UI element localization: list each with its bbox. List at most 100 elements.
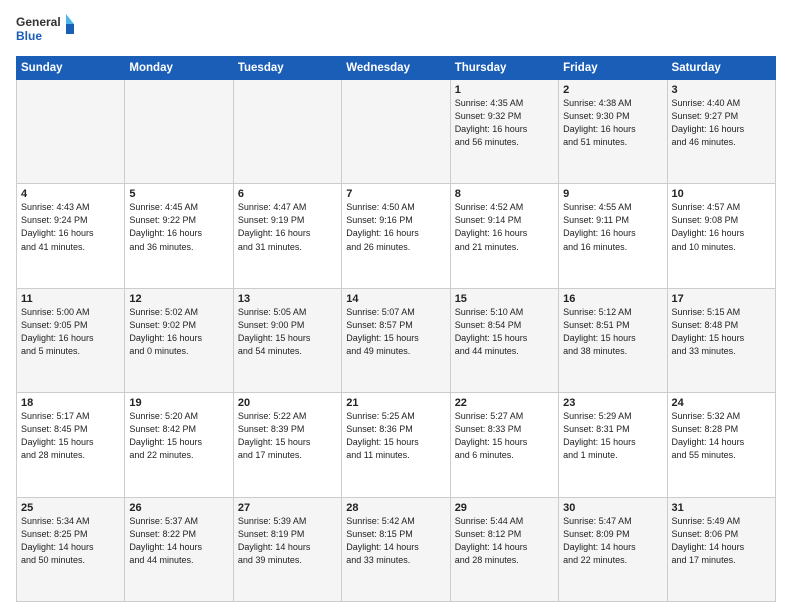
calendar-cell (125, 80, 233, 184)
calendar-cell: 31Sunrise: 5:49 AM Sunset: 8:06 PM Dayli… (667, 497, 775, 601)
day-info: Sunrise: 5:12 AM Sunset: 8:51 PM Dayligh… (563, 306, 662, 358)
calendar-cell (17, 80, 125, 184)
day-number: 19 (129, 397, 228, 409)
calendar-cell (233, 80, 341, 184)
calendar-cell: 6Sunrise: 4:47 AM Sunset: 9:19 PM Daylig… (233, 184, 341, 288)
logo-svg: General Blue (16, 12, 76, 48)
day-number: 21 (346, 397, 445, 409)
day-number: 24 (672, 397, 771, 409)
day-number: 17 (672, 293, 771, 305)
header: General Blue (16, 12, 776, 48)
calendar-cell: 9Sunrise: 4:55 AM Sunset: 9:11 PM Daylig… (559, 184, 667, 288)
day-info: Sunrise: 4:55 AM Sunset: 9:11 PM Dayligh… (563, 201, 662, 253)
day-info: Sunrise: 5:10 AM Sunset: 8:54 PM Dayligh… (455, 306, 554, 358)
calendar-cell: 25Sunrise: 5:34 AM Sunset: 8:25 PM Dayli… (17, 497, 125, 601)
day-info: Sunrise: 5:34 AM Sunset: 8:25 PM Dayligh… (21, 515, 120, 567)
day-number: 8 (455, 188, 554, 200)
day-info: Sunrise: 5:37 AM Sunset: 8:22 PM Dayligh… (129, 515, 228, 567)
calendar-cell: 24Sunrise: 5:32 AM Sunset: 8:28 PM Dayli… (667, 393, 775, 497)
day-info: Sunrise: 5:42 AM Sunset: 8:15 PM Dayligh… (346, 515, 445, 567)
calendar-week-row: 25Sunrise: 5:34 AM Sunset: 8:25 PM Dayli… (17, 497, 776, 601)
day-number: 14 (346, 293, 445, 305)
calendar-cell: 17Sunrise: 5:15 AM Sunset: 8:48 PM Dayli… (667, 288, 775, 392)
day-number: 20 (238, 397, 337, 409)
day-number: 2 (563, 84, 662, 96)
day-number: 15 (455, 293, 554, 305)
weekday-header-friday: Friday (559, 57, 667, 80)
day-info: Sunrise: 5:02 AM Sunset: 9:02 PM Dayligh… (129, 306, 228, 358)
calendar-cell: 16Sunrise: 5:12 AM Sunset: 8:51 PM Dayli… (559, 288, 667, 392)
day-info: Sunrise: 5:15 AM Sunset: 8:48 PM Dayligh… (672, 306, 771, 358)
logo: General Blue (16, 12, 76, 48)
calendar-cell: 4Sunrise: 4:43 AM Sunset: 9:24 PM Daylig… (17, 184, 125, 288)
day-info: Sunrise: 4:45 AM Sunset: 9:22 PM Dayligh… (129, 201, 228, 253)
calendar-table: SundayMondayTuesdayWednesdayThursdayFrid… (16, 56, 776, 602)
day-number: 5 (129, 188, 228, 200)
calendar-cell: 28Sunrise: 5:42 AM Sunset: 8:15 PM Dayli… (342, 497, 450, 601)
calendar-cell: 13Sunrise: 5:05 AM Sunset: 9:00 PM Dayli… (233, 288, 341, 392)
calendar-cell: 3Sunrise: 4:40 AM Sunset: 9:27 PM Daylig… (667, 80, 775, 184)
day-number: 26 (129, 502, 228, 514)
day-info: Sunrise: 5:49 AM Sunset: 8:06 PM Dayligh… (672, 515, 771, 567)
weekday-header-monday: Monday (125, 57, 233, 80)
day-number: 23 (563, 397, 662, 409)
calendar-cell: 29Sunrise: 5:44 AM Sunset: 8:12 PM Dayli… (450, 497, 558, 601)
day-number: 6 (238, 188, 337, 200)
day-number: 12 (129, 293, 228, 305)
day-info: Sunrise: 5:44 AM Sunset: 8:12 PM Dayligh… (455, 515, 554, 567)
day-number: 22 (455, 397, 554, 409)
calendar-page: General Blue SundayMondayTuesdayWednesda… (0, 0, 792, 612)
calendar-cell: 12Sunrise: 5:02 AM Sunset: 9:02 PM Dayli… (125, 288, 233, 392)
day-info: Sunrise: 5:47 AM Sunset: 8:09 PM Dayligh… (563, 515, 662, 567)
calendar-header: SundayMondayTuesdayWednesdayThursdayFrid… (17, 57, 776, 80)
day-info: Sunrise: 4:57 AM Sunset: 9:08 PM Dayligh… (672, 201, 771, 253)
calendar-cell: 26Sunrise: 5:37 AM Sunset: 8:22 PM Dayli… (125, 497, 233, 601)
day-number: 13 (238, 293, 337, 305)
weekday-header-tuesday: Tuesday (233, 57, 341, 80)
weekday-header-sunday: Sunday (17, 57, 125, 80)
day-info: Sunrise: 5:07 AM Sunset: 8:57 PM Dayligh… (346, 306, 445, 358)
weekday-header-wednesday: Wednesday (342, 57, 450, 80)
day-number: 31 (672, 502, 771, 514)
day-number: 10 (672, 188, 771, 200)
calendar-cell: 8Sunrise: 4:52 AM Sunset: 9:14 PM Daylig… (450, 184, 558, 288)
calendar-cell: 23Sunrise: 5:29 AM Sunset: 8:31 PM Dayli… (559, 393, 667, 497)
day-number: 3 (672, 84, 771, 96)
svg-text:General: General (16, 15, 61, 29)
day-number: 25 (21, 502, 120, 514)
svg-text:Blue: Blue (16, 29, 42, 43)
day-number: 1 (455, 84, 554, 96)
day-info: Sunrise: 5:00 AM Sunset: 9:05 PM Dayligh… (21, 306, 120, 358)
calendar-cell: 5Sunrise: 4:45 AM Sunset: 9:22 PM Daylig… (125, 184, 233, 288)
day-info: Sunrise: 4:40 AM Sunset: 9:27 PM Dayligh… (672, 97, 771, 149)
day-info: Sunrise: 4:43 AM Sunset: 9:24 PM Dayligh… (21, 201, 120, 253)
calendar-week-row: 11Sunrise: 5:00 AM Sunset: 9:05 PM Dayli… (17, 288, 776, 392)
calendar-cell: 30Sunrise: 5:47 AM Sunset: 8:09 PM Dayli… (559, 497, 667, 601)
calendar-cell: 10Sunrise: 4:57 AM Sunset: 9:08 PM Dayli… (667, 184, 775, 288)
day-info: Sunrise: 4:35 AM Sunset: 9:32 PM Dayligh… (455, 97, 554, 149)
day-number: 28 (346, 502, 445, 514)
weekday-row: SundayMondayTuesdayWednesdayThursdayFrid… (17, 57, 776, 80)
calendar-cell: 20Sunrise: 5:22 AM Sunset: 8:39 PM Dayli… (233, 393, 341, 497)
calendar-body: 1Sunrise: 4:35 AM Sunset: 9:32 PM Daylig… (17, 80, 776, 602)
calendar-cell (342, 80, 450, 184)
day-number: 30 (563, 502, 662, 514)
day-number: 29 (455, 502, 554, 514)
day-number: 9 (563, 188, 662, 200)
calendar-cell: 27Sunrise: 5:39 AM Sunset: 8:19 PM Dayli… (233, 497, 341, 601)
day-info: Sunrise: 5:20 AM Sunset: 8:42 PM Dayligh… (129, 410, 228, 462)
calendar-week-row: 1Sunrise: 4:35 AM Sunset: 9:32 PM Daylig… (17, 80, 776, 184)
weekday-header-saturday: Saturday (667, 57, 775, 80)
calendar-cell: 14Sunrise: 5:07 AM Sunset: 8:57 PM Dayli… (342, 288, 450, 392)
day-info: Sunrise: 5:32 AM Sunset: 8:28 PM Dayligh… (672, 410, 771, 462)
day-info: Sunrise: 4:50 AM Sunset: 9:16 PM Dayligh… (346, 201, 445, 253)
calendar-cell: 2Sunrise: 4:38 AM Sunset: 9:30 PM Daylig… (559, 80, 667, 184)
day-info: Sunrise: 5:29 AM Sunset: 8:31 PM Dayligh… (563, 410, 662, 462)
calendar-week-row: 4Sunrise: 4:43 AM Sunset: 9:24 PM Daylig… (17, 184, 776, 288)
calendar-cell: 22Sunrise: 5:27 AM Sunset: 8:33 PM Dayli… (450, 393, 558, 497)
day-info: Sunrise: 5:22 AM Sunset: 8:39 PM Dayligh… (238, 410, 337, 462)
calendar-cell: 11Sunrise: 5:00 AM Sunset: 9:05 PM Dayli… (17, 288, 125, 392)
day-info: Sunrise: 4:38 AM Sunset: 9:30 PM Dayligh… (563, 97, 662, 149)
weekday-header-thursday: Thursday (450, 57, 558, 80)
day-info: Sunrise: 5:17 AM Sunset: 8:45 PM Dayligh… (21, 410, 120, 462)
